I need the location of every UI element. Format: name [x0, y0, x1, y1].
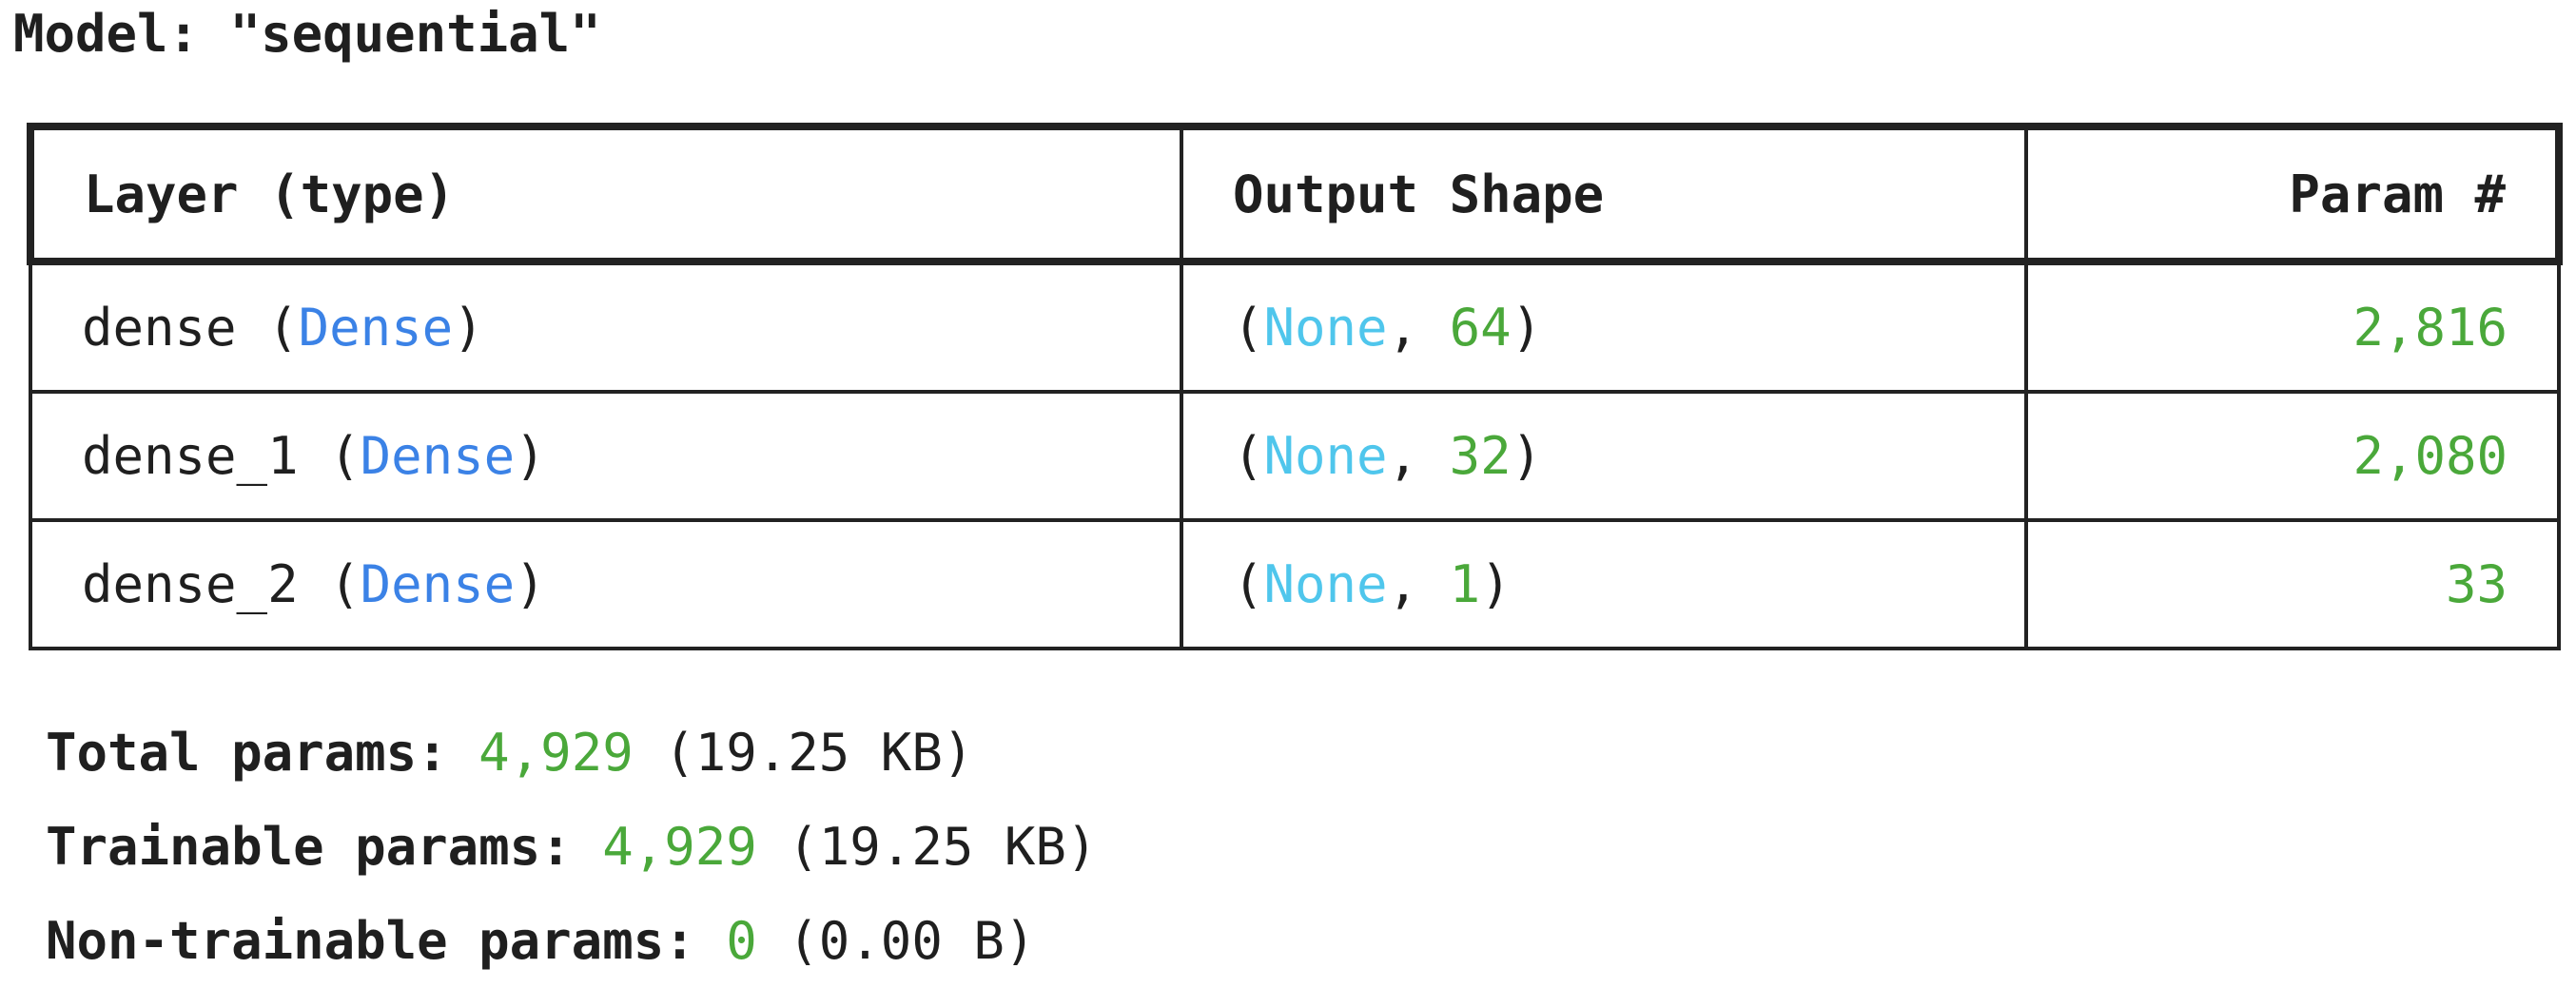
output-shape-cell: (None, 1)	[1180, 518, 2028, 650]
model-title-prefix: Model:	[13, 4, 230, 64]
model-summary-table: Layer (type) Output Shape Param # dense …	[27, 123, 2563, 650]
total-params-label: Total params:	[46, 723, 479, 783]
layer-name: dense_2	[82, 554, 299, 614]
layer-cell: dense_2 (Dense)	[29, 518, 1183, 650]
param-count: 33	[2445, 554, 2508, 614]
header-param-count: Param #	[2024, 123, 2563, 265]
param-count-cell: 2,080	[2024, 390, 2561, 522]
non-trainable-params-size: (0.00 B)	[756, 911, 1036, 971]
total-params-count: 4,929	[478, 723, 634, 783]
layer-cell: dense (Dense)	[29, 260, 1183, 394]
non-trainable-params-count: 0	[726, 911, 757, 971]
trainable-params-label: Trainable params:	[46, 817, 603, 877]
non-trainable-params-line: Non-trainable params: 0 (0.00 B)	[46, 894, 1097, 988]
trainable-params-line: Trainable params: 4,929 (19.25 KB)	[46, 800, 1097, 894]
param-count-cell: 2,816	[2024, 260, 2561, 394]
non-trainable-params-label: Non-trainable params:	[46, 911, 727, 971]
layer-type: Dense	[360, 426, 516, 486]
shape-units: 32	[1449, 426, 1512, 486]
layer-name: dense	[82, 298, 237, 358]
total-params-size: (19.25 KB)	[633, 723, 974, 783]
table-row: dense_2 (Dense) (None, 1) 33	[29, 518, 2561, 650]
layer-type: Dense	[298, 298, 454, 358]
output-shape-cell: (None, 64)	[1180, 260, 2028, 394]
total-params-line: Total params: 4,929 (19.25 KB)	[46, 706, 1097, 800]
table-row: dense_1 (Dense) (None, 32) 2,080	[29, 390, 2561, 522]
header-output-shape: Output Shape	[1180, 123, 2028, 265]
trainable-params-size: (19.25 KB)	[756, 817, 1098, 877]
table-row: dense (Dense) (None, 64) 2,816	[29, 260, 2561, 394]
table-header-row: Layer (type) Output Shape Param #	[27, 123, 2563, 265]
shape-units: 64	[1449, 298, 1512, 358]
layer-type: Dense	[360, 554, 516, 614]
model-title: Model: "sequential"	[13, 4, 601, 65]
params-summary: Total params: 4,929 (19.25 KB) Trainable…	[46, 706, 1097, 988]
trainable-params-count: 4,929	[602, 817, 757, 877]
param-count: 2,816	[2352, 298, 2508, 358]
shape-batch-dim: None	[1263, 298, 1388, 358]
header-layer-type: Layer (type)	[27, 123, 1183, 265]
model-name: "sequential"	[229, 4, 601, 64]
output-shape-cell: (None, 32)	[1180, 390, 2028, 522]
shape-units: 1	[1449, 554, 1481, 614]
shape-batch-dim: None	[1263, 554, 1388, 614]
layer-name: dense_1	[82, 426, 299, 486]
layer-cell: dense_1 (Dense)	[29, 390, 1183, 522]
param-count-cell: 33	[2024, 518, 2561, 650]
shape-batch-dim: None	[1263, 426, 1388, 486]
param-count: 2,080	[2352, 426, 2508, 486]
